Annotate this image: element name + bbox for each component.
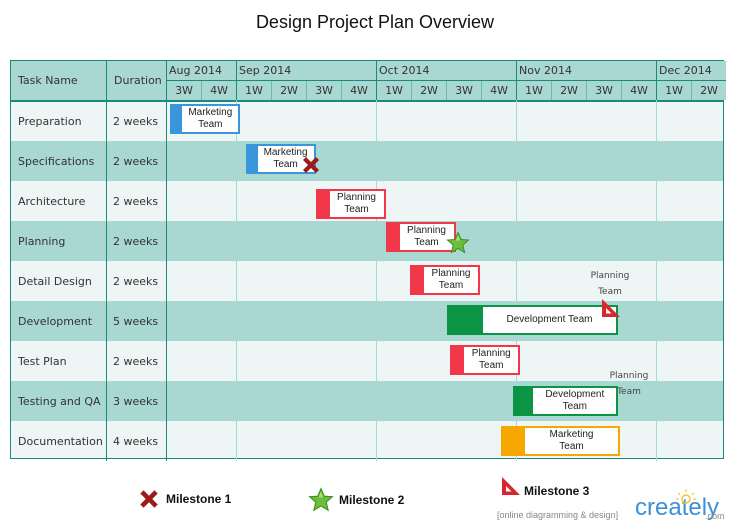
triangle-ruler-icon: [500, 475, 522, 497]
bar-color-lead: [172, 106, 183, 132]
lightbulb-icon: [676, 489, 696, 504]
legend-item-milestone2: Milestone 2: [308, 487, 404, 513]
star-icon: [445, 231, 470, 259]
legend-label: Milestone 1: [166, 492, 232, 506]
task-duration: 4 weeks: [113, 434, 159, 448]
x-icon: [137, 487, 161, 511]
header-week: 2W: [691, 81, 726, 100]
planning-team-annotation: Planning Team: [609, 371, 649, 397]
task-duration: 3 weeks: [113, 394, 159, 408]
bar-color-lead: [448, 307, 483, 333]
header-week: 1W: [656, 81, 691, 100]
bar-label: Planning Team: [337, 192, 376, 215]
legend-item-milestone3: Milestone 3: [500, 477, 590, 498]
bar-color-lead: [515, 388, 534, 414]
task-name: Preparation: [18, 114, 82, 128]
header-week: 1W: [516, 81, 551, 100]
table-row: Specifications 2 weeks: [11, 141, 723, 181]
bar-label: Development Team: [506, 314, 593, 325]
task-duration: 2 weeks: [113, 354, 159, 368]
header-week: 1W: [376, 81, 411, 100]
x-icon: [300, 154, 322, 180]
header-week: 3W: [446, 81, 481, 100]
header-week: 3W: [166, 81, 201, 100]
month-divider: [656, 100, 657, 461]
header-task-name: Task Name: [11, 61, 106, 100]
task-name: Architecture: [18, 194, 86, 208]
task-name: Development: [18, 314, 93, 328]
planning-team-annotation: Planning Team: [590, 271, 630, 297]
task-name: Documentation: [18, 434, 103, 448]
task-name: Testing and QA: [18, 394, 101, 408]
header-week: 3W: [306, 81, 341, 100]
header-month: Dec 2014: [656, 61, 726, 81]
header-week: 2W: [551, 81, 586, 100]
bar-label: Planning Team: [471, 348, 511, 371]
header-month: Nov 2014: [516, 61, 656, 81]
bar-color-lead: [247, 146, 258, 172]
header-month: Sep 2014: [236, 61, 376, 81]
legend-label: Milestone 2: [339, 493, 405, 507]
gantt-bar[interactable]: Marketing Team: [170, 104, 241, 134]
gantt-bar[interactable]: Development Team: [446, 305, 619, 335]
star-icon: [308, 487, 334, 513]
task-name: Specifications: [18, 154, 95, 168]
bar-label: Marketing Team: [549, 429, 594, 452]
header-month: Aug 2014: [166, 61, 236, 81]
bar-color-lead: [503, 428, 525, 454]
bar-label: Marketing Team: [188, 107, 233, 130]
task-duration: 2 weeks: [113, 194, 159, 208]
task-name: Test Plan: [18, 354, 67, 368]
task-duration: 2 weeks: [113, 234, 159, 248]
header-week: 1W: [236, 81, 271, 100]
gantt-bar[interactable]: Development Team: [513, 386, 619, 416]
header-week: 4W: [621, 81, 656, 100]
table-row: Preparation 2 weeks: [11, 101, 723, 141]
bar-label: Planning Team: [431, 268, 471, 291]
branding-tagline: [online diagramming & design]: [497, 510, 619, 520]
gantt-bar[interactable]: Planning Team: [450, 345, 521, 375]
bar-color-lead: [317, 191, 330, 217]
header-duration: Duration: [106, 61, 166, 100]
task-duration: 2 weeks: [113, 154, 159, 168]
task-name: Detail Design: [18, 274, 92, 288]
header-week: 2W: [411, 81, 446, 100]
gantt-bar[interactable]: Planning Team: [315, 189, 386, 219]
bar-color-lead: [412, 267, 424, 293]
legend-item-milestone1: Milestone 1: [137, 487, 231, 511]
chart-title: Design Project Plan Overview: [255, 12, 495, 32]
gantt-bar[interactable]: Marketing Team: [501, 426, 620, 456]
triangle-ruler-icon: [600, 297, 622, 323]
task-duration: 2 weeks: [113, 274, 159, 288]
bar-color-lead: [387, 224, 400, 250]
month-divider: [376, 100, 377, 461]
header-week: 3W: [586, 81, 621, 100]
column-divider: [166, 100, 167, 461]
bar-label: Development Team: [545, 389, 605, 412]
header-week: 4W: [201, 81, 236, 100]
legend-label: Milestone 3: [524, 484, 590, 498]
task-duration: 5 weeks: [113, 314, 159, 328]
header-week: 2W: [271, 81, 306, 100]
header-week: 4W: [341, 81, 376, 100]
gantt-bar[interactable]: Planning Team: [410, 265, 480, 295]
month-divider: [236, 100, 237, 461]
header-divider: [11, 100, 723, 102]
table-row: Planning 2 weeks: [11, 221, 723, 261]
task-name: Planning: [18, 234, 66, 248]
branding-domain: .com: [705, 511, 725, 521]
column-divider: [106, 100, 107, 461]
header-month: Oct 2014: [376, 61, 516, 81]
bar-color-lead: [452, 347, 465, 373]
task-duration: 2 weeks: [113, 114, 159, 128]
header-week: 4W: [481, 81, 516, 100]
